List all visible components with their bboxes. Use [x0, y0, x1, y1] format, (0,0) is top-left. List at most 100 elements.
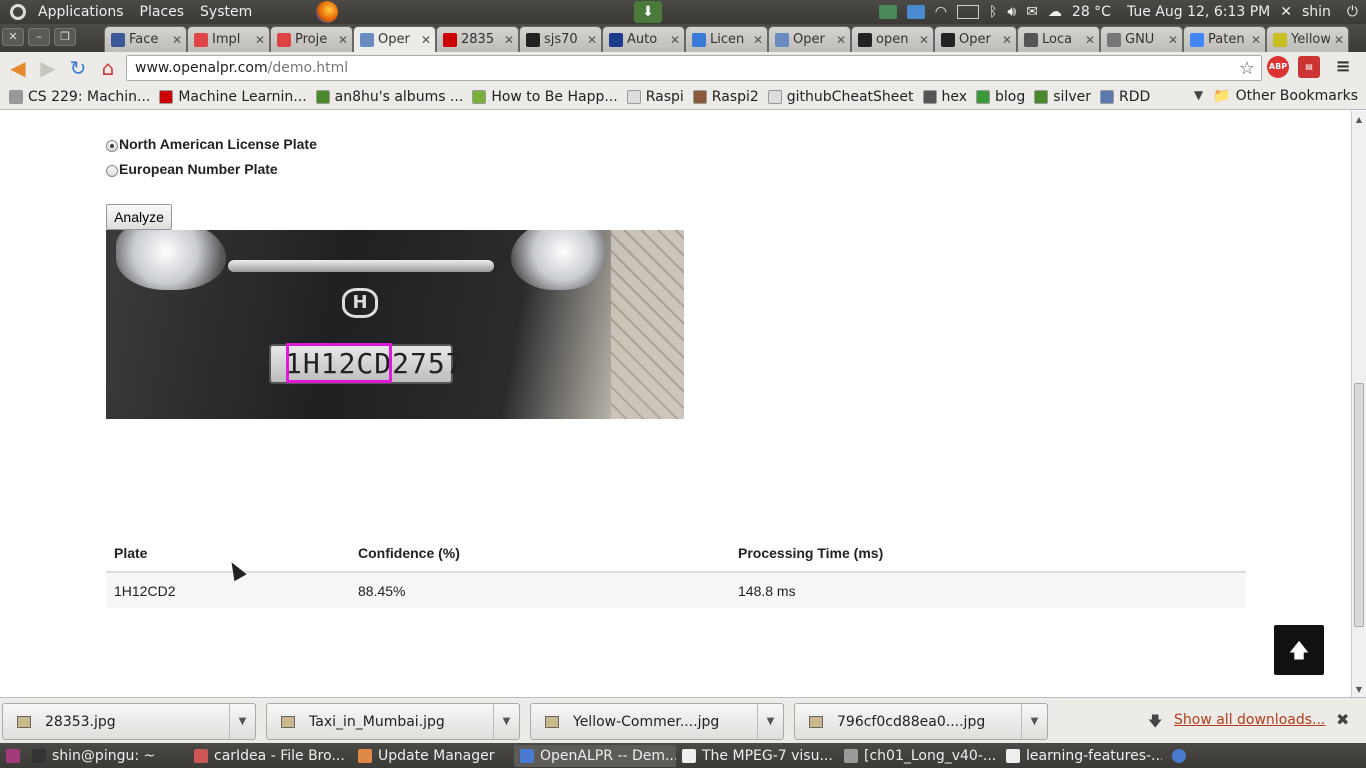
adblock-icon[interactable]: ABP — [1267, 56, 1289, 78]
taskbar-item[interactable]: shin@pingu: ~ — [26, 745, 188, 767]
bookmark-item[interactable]: RDD — [1100, 89, 1150, 105]
bookmark-item[interactable]: hex — [922, 89, 967, 105]
bookmark-item[interactable]: How to Be Happ... — [472, 89, 618, 105]
north-american-option[interactable]: North American License Plate — [106, 136, 317, 152]
home-icon[interactable]: ⌂ — [96, 56, 120, 80]
back-to-top-button[interactable]: 🡅 — [1274, 625, 1324, 675]
bookmark-item[interactable]: Raspi — [626, 89, 684, 105]
taskbar-item[interactable]: The MPEG-7 visu... — [676, 745, 838, 767]
network-icon[interactable] — [878, 5, 897, 19]
wifi-icon[interactable]: ◠ — [935, 4, 947, 20]
taskbar-item[interactable]: carIdea - File Bro... — [188, 745, 352, 767]
forward-icon[interactable]: ▶ — [36, 56, 60, 80]
bookmark-item[interactable]: Raspi2 — [692, 89, 759, 105]
reload-icon[interactable]: ↻ — [66, 56, 90, 80]
show-all-downloads-link[interactable]: Show all downloads... — [1174, 712, 1325, 728]
bookmark-item[interactable]: blog — [976, 89, 1025, 105]
bookmarks-overflow-icon[interactable]: ▼ — [1194, 88, 1203, 102]
bluetooth-icon[interactable]: ᛒ — [989, 4, 997, 20]
bookmark-item[interactable]: Machine Learnin... — [159, 89, 307, 105]
north-american-radio[interactable] — [106, 140, 118, 152]
ubuntu-logo-icon[interactable] — [10, 4, 26, 20]
tab-close-icon[interactable]: ✕ — [670, 33, 680, 47]
page-scrollbar[interactable]: ▲ ▼ — [1351, 111, 1366, 697]
taskbar-item[interactable]: [ch01_Long_v40-... — [838, 745, 1000, 767]
download-menu-icon[interactable]: ▼ — [229, 704, 255, 739]
download-item[interactable]: 28353.jpg ▼ — [2, 703, 256, 740]
tab-close-icon[interactable]: ✕ — [1251, 33, 1261, 47]
tab-github[interactable]: Oper ✕ — [934, 26, 1017, 52]
tab-gmail[interactable]: Impl ✕ — [187, 26, 270, 52]
bookmark-item[interactable]: CS 229: Machin... — [9, 89, 150, 105]
european-option[interactable]: European Number Plate — [106, 161, 278, 177]
extension-icon[interactable]: ▤ — [1298, 56, 1320, 78]
download-menu-icon[interactable]: ▼ — [493, 704, 519, 739]
tab-wikipedia[interactable]: Loca ✕ — [1017, 26, 1100, 52]
window-restore-icon[interactable]: ❐ — [54, 28, 76, 46]
tab-github[interactable]: sjs70 ✕ — [519, 26, 602, 52]
tab-google[interactable]: Paten ✕ — [1183, 26, 1266, 52]
weather-text[interactable]: 28 °C — [1072, 4, 1111, 20]
download-item[interactable]: Yellow-Commer....jpg ▼ — [530, 703, 784, 740]
bookmark-item[interactable]: githubCheatSheet — [767, 89, 914, 105]
scroll-down-icon[interactable]: ▼ — [1354, 685, 1364, 694]
user-name[interactable]: shin — [1302, 4, 1331, 20]
tab-close-icon[interactable]: ✕ — [587, 33, 597, 47]
bookmark-item[interactable]: silver — [1034, 89, 1091, 105]
download-tray-icon[interactable]: ⬇ — [634, 1, 662, 23]
taskbar-item[interactable]: OpenALPR -- Dem... — [514, 744, 676, 767]
bookmark-star-icon[interactable]: ☆ — [1239, 58, 1255, 79]
dropbox-icon[interactable] — [906, 5, 925, 19]
taskbar-item[interactable]: learning-features-... — [1000, 745, 1162, 767]
tab-close-icon[interactable]: ✕ — [919, 33, 929, 47]
scrollbar-thumb[interactable] — [1354, 383, 1364, 627]
tab-close-icon[interactable]: ✕ — [1085, 33, 1095, 47]
clock[interactable]: Tue Aug 12, 6:13 PM — [1127, 4, 1270, 20]
tab-close-icon[interactable]: ✕ — [1168, 33, 1178, 47]
mail-icon[interactable]: ✉ — [1026, 4, 1038, 20]
tab-ted[interactable]: 2835 ✕ — [436, 26, 519, 52]
tab-page[interactable]: Oper ✕ — [768, 26, 851, 52]
tab-github[interactable]: open ✕ — [851, 26, 934, 52]
tab-close-icon[interactable]: ✕ — [1334, 33, 1344, 47]
firefox-launcher-icon[interactable] — [316, 1, 338, 23]
window-minimize-icon[interactable]: – — [28, 28, 50, 46]
tab-k[interactable]: Licen ✕ — [685, 26, 768, 52]
tab-yellow[interactable]: Yellow ✕ — [1266, 26, 1349, 52]
tab-close-icon[interactable]: ✕ — [255, 33, 265, 47]
volume-icon[interactable]: 🔊︎ — [1007, 4, 1016, 20]
tab-gmail[interactable]: Proje ✕ — [270, 26, 353, 52]
back-icon[interactable]: ◀ — [6, 56, 30, 80]
battery-icon[interactable] — [956, 5, 979, 19]
tab-close-icon[interactable]: ✕ — [504, 33, 514, 47]
menu-system[interactable]: System — [192, 4, 260, 20]
european-radio[interactable] — [106, 165, 118, 177]
download-menu-icon[interactable]: ▼ — [757, 704, 783, 739]
download-item[interactable]: Taxi_in_Mumbai.jpg ▼ — [266, 703, 520, 740]
menu-places[interactable]: Places — [132, 4, 193, 20]
tab-close-icon[interactable]: ✕ — [172, 33, 182, 47]
tab-facebook[interactable]: Face ✕ — [104, 26, 187, 52]
window-close-icon[interactable]: ✕ — [2, 28, 24, 46]
tab-close-icon[interactable]: ✕ — [753, 33, 763, 47]
tab-close-icon[interactable]: ✕ — [1002, 33, 1012, 47]
menu-applications[interactable]: Applications — [30, 4, 132, 20]
tab-close-icon[interactable]: ✕ — [421, 33, 431, 47]
chrome-tray-icon[interactable] — [1166, 745, 1192, 767]
other-bookmarks-folder[interactable]: 📁 Other Bookmarks — [1213, 88, 1358, 104]
tab-close-icon[interactable]: ✕ — [836, 33, 846, 47]
bookmark-item[interactable]: an8hu's albums ... — [315, 89, 463, 105]
analyze-button[interactable]: Analyze — [106, 204, 172, 230]
show-desktop-icon[interactable] — [0, 745, 26, 767]
download-item[interactable]: 796cf0cd88ea0....jpg ▼ — [794, 703, 1048, 740]
power-icon[interactable]: ⏻ — [1347, 4, 1358, 20]
tab-page[interactable]: Oper ✕ — [353, 26, 436, 52]
tab-nec[interactable]: Auto ✕ — [602, 26, 685, 52]
menu-icon[interactable]: ≡ — [1332, 56, 1354, 78]
tab-close-icon[interactable]: ✕ — [338, 33, 348, 47]
address-bar[interactable]: www.openalpr.com/demo.html ☆ — [126, 55, 1262, 81]
close-shelf-icon[interactable]: ✖ — [1336, 710, 1349, 729]
download-menu-icon[interactable]: ▼ — [1021, 704, 1047, 739]
taskbar-item[interactable]: Update Manager — [352, 745, 514, 767]
tab-gnu[interactable]: GNU ✕ — [1100, 26, 1183, 52]
